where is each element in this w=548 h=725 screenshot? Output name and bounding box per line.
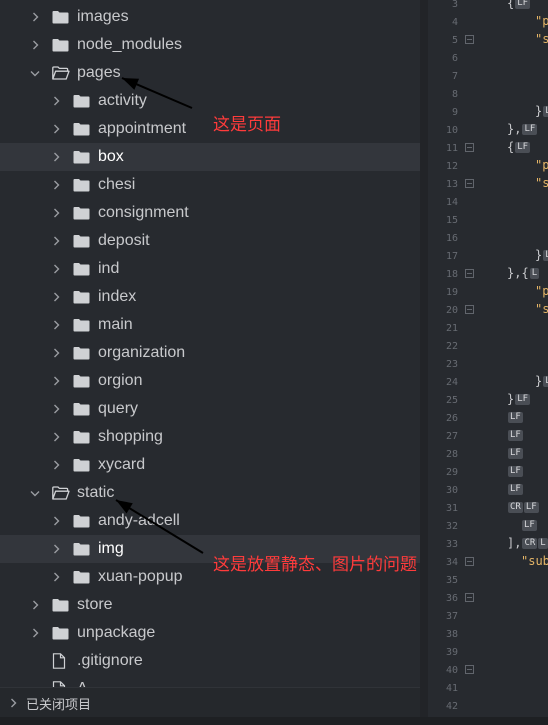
annotation-arrow-static: [115, 499, 204, 554]
annotation-arrow-pages: [121, 77, 193, 109]
annotation-arrows: [115, 77, 204, 554]
